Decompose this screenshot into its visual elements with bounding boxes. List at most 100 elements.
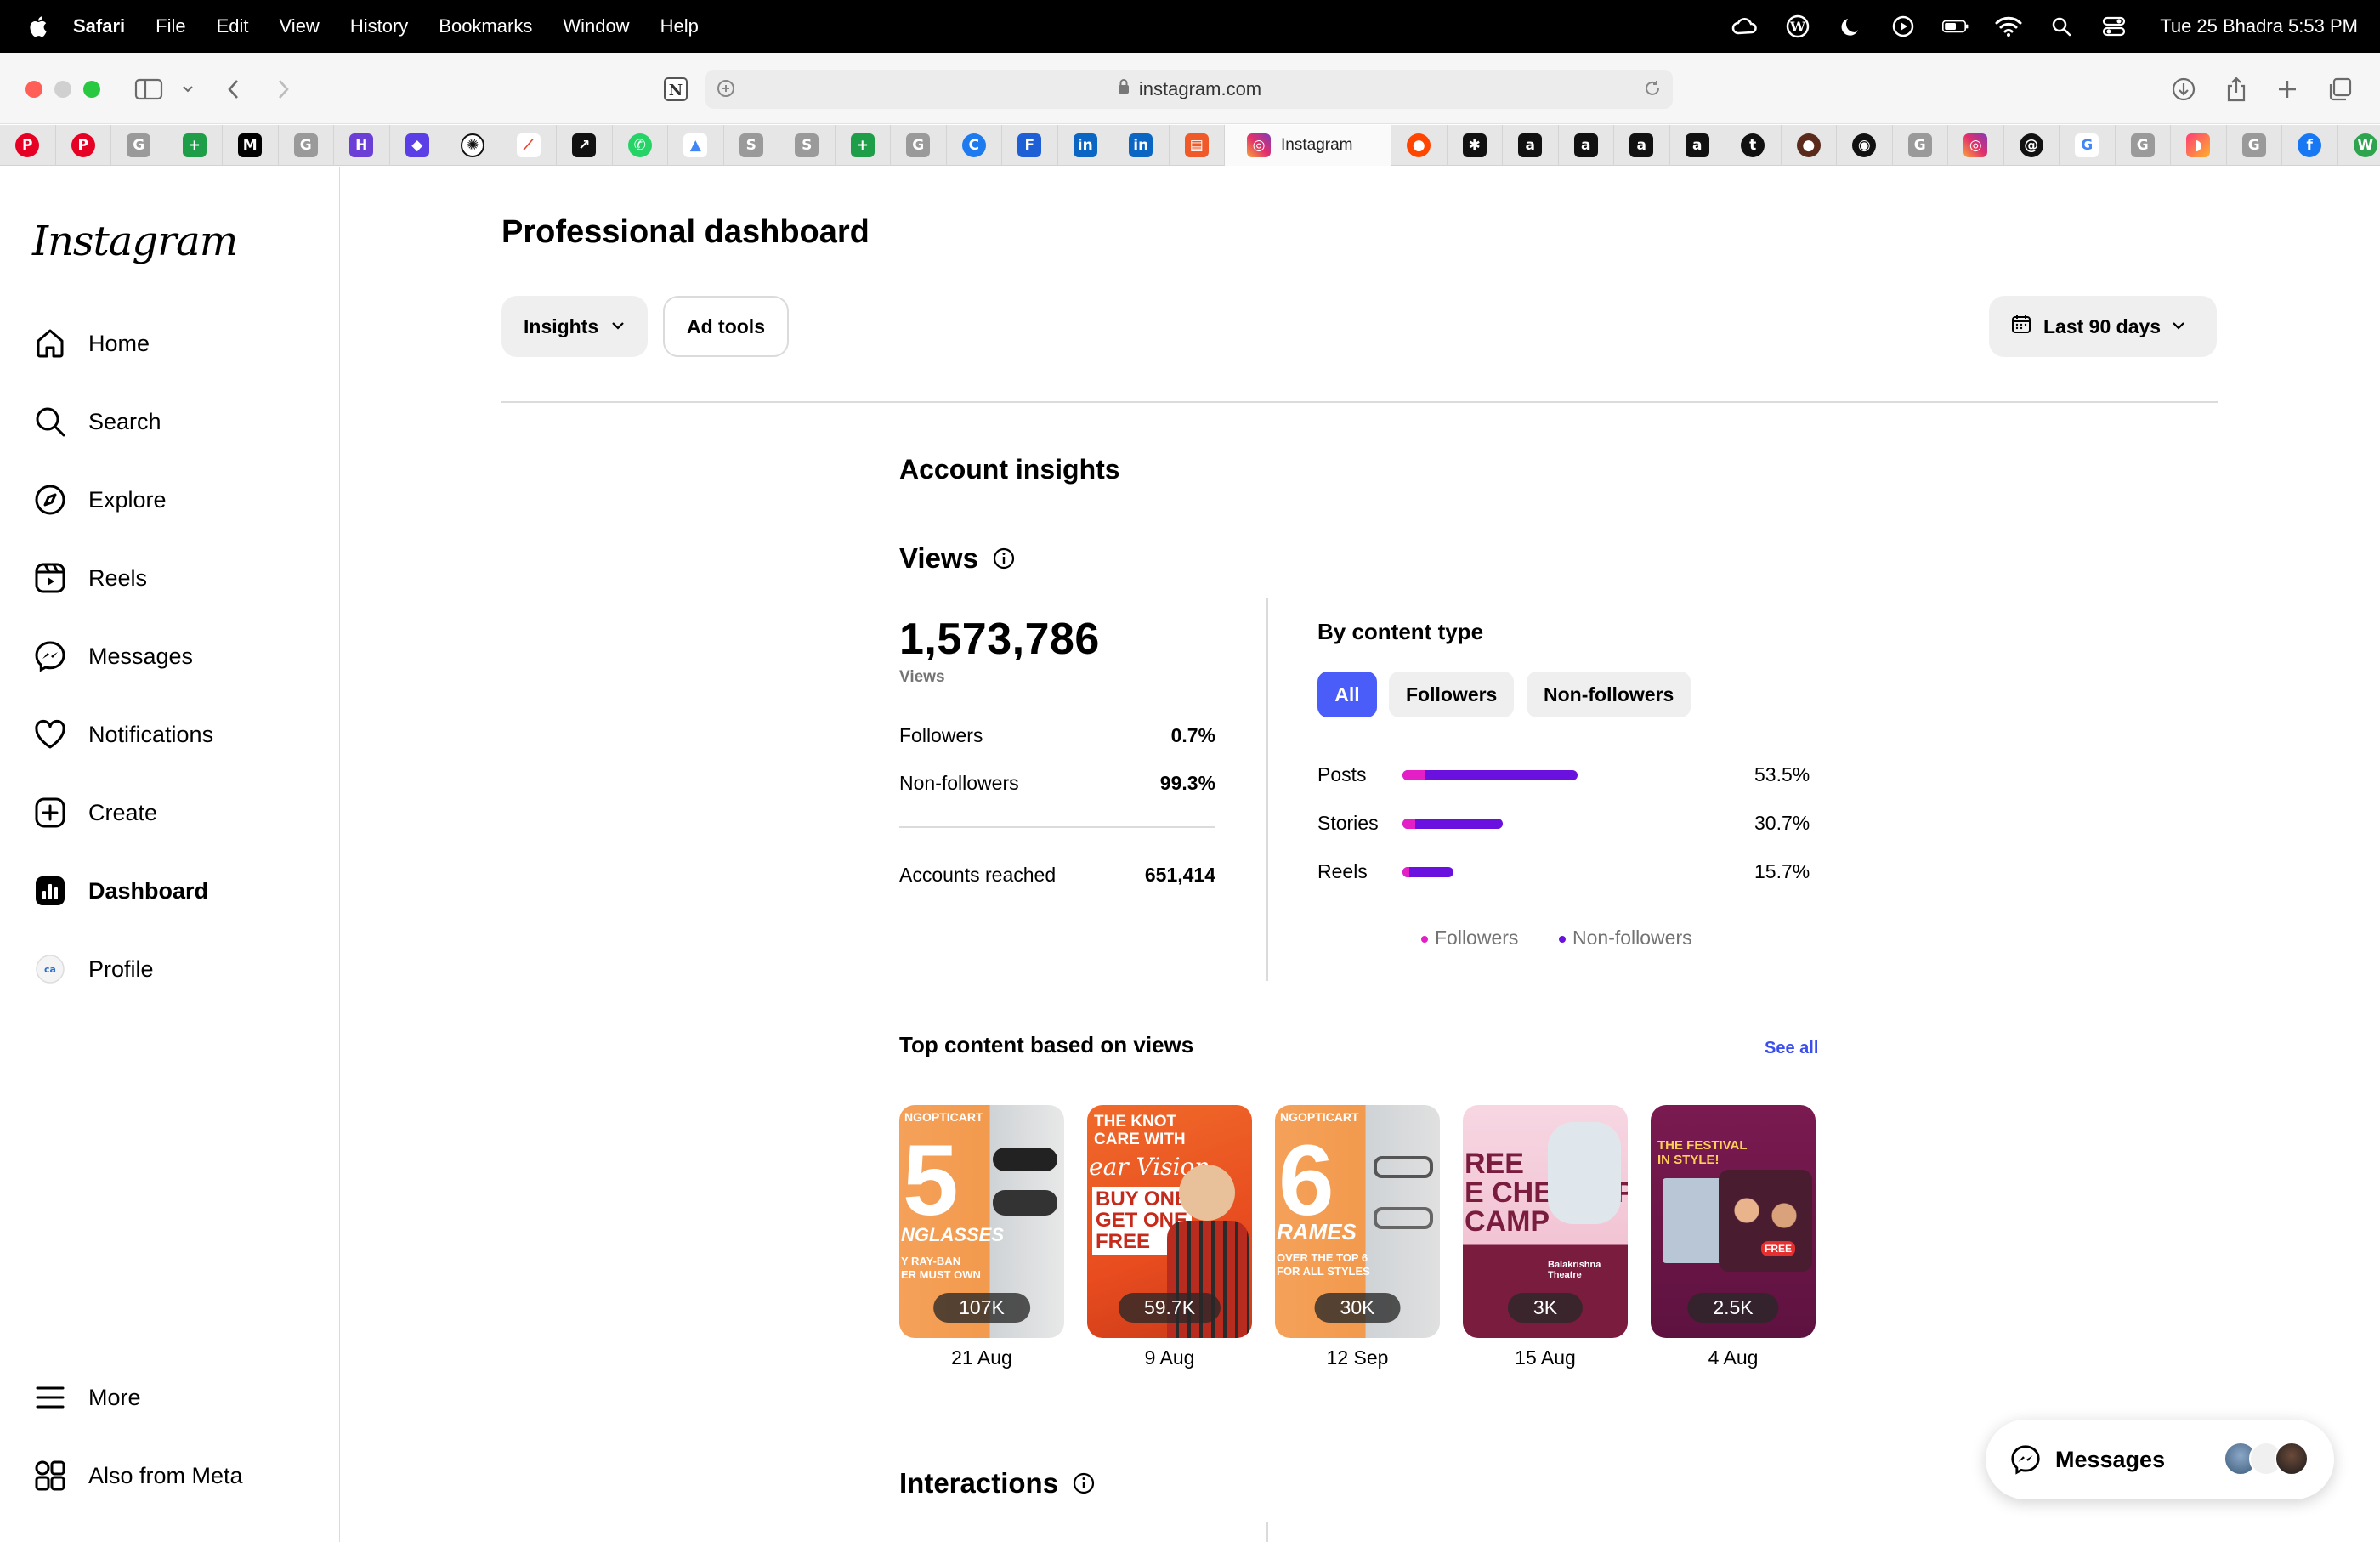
apple-icon[interactable] (27, 14, 48, 38)
tab-instagram-2[interactable]: ◎ (1948, 124, 2004, 166)
tab-amazon-4[interactable]: a (1670, 124, 1726, 166)
tab-sheets-2[interactable]: + (836, 124, 891, 166)
insights-dropdown-button[interactable]: Insights (502, 296, 649, 357)
tab-generic-1[interactable]: G (111, 124, 167, 166)
creative-cloud-icon[interactable] (1731, 13, 1759, 40)
top-content-post[interactable]: REE E CHECKUP CAMP Balakrishna Theatre 3… (1463, 1105, 1628, 1338)
sidebar-item-explore[interactable]: Explore (32, 476, 167, 524)
battery-icon[interactable] (1942, 13, 1969, 40)
menu-window[interactable]: Window (563, 15, 629, 37)
info-icon[interactable] (992, 547, 1016, 570)
tab-canva[interactable]: C (947, 124, 1002, 166)
sidebar-item-home[interactable]: Home (32, 320, 150, 367)
top-content-post[interactable]: NGOPTICART 5 NGLASSES Y RAY-BAN ER MUST … (899, 1105, 1064, 1338)
downloads-icon[interactable] (2168, 73, 2200, 105)
tab-pinterest-2[interactable]: P (56, 124, 111, 166)
tab-pen-app[interactable]: ⟋ (502, 124, 557, 166)
new-tab-icon[interactable] (2271, 73, 2304, 105)
messages-floating-button[interactable]: Messages (1986, 1420, 2334, 1499)
tab-generic-6[interactable]: G (2227, 124, 2282, 166)
sidebar-item-search[interactable]: Search (32, 398, 162, 445)
sidebar-item-profile[interactable]: ca Profile (32, 945, 154, 993)
menu-safari[interactable]: Safari (73, 15, 125, 37)
tab-google[interactable]: G (2060, 124, 2116, 166)
tab-whatsapp[interactable]: ✆ (613, 124, 668, 166)
tab-forms[interactable]: F (1002, 124, 1058, 166)
minimize-window-button[interactable] (54, 81, 71, 98)
sidebar-item-messages[interactable]: Messages (32, 632, 193, 680)
reload-icon[interactable] (1642, 78, 1663, 104)
ad-tools-button[interactable]: Ad tools (663, 296, 789, 357)
spotlight-search-icon[interactable] (2048, 13, 2075, 40)
tab-facebook[interactable]: f (2282, 124, 2338, 166)
top-content-post[interactable]: NGOPTICART 6 RAMES OVER THE TOP 6 FOR AL… (1275, 1105, 1440, 1338)
filter-followers[interactable]: Followers (1389, 672, 1515, 717)
menu-bookmarks[interactable]: Bookmarks (439, 15, 532, 37)
back-icon[interactable] (218, 73, 250, 105)
tab-s-2[interactable]: S (779, 124, 836, 166)
tab-bug-app[interactable]: ✱ (1448, 124, 1503, 166)
tab-h-app[interactable]: H (334, 124, 390, 166)
privacy-report-icon[interactable] (716, 78, 736, 104)
tab-colorful-app[interactable]: ◗ (2171, 124, 2227, 166)
close-window-button[interactable] (26, 81, 42, 98)
menu-help[interactable]: Help (660, 15, 699, 37)
sidebar-item-create[interactable]: Create (32, 789, 157, 836)
notion-icon[interactable]: N (660, 73, 692, 105)
tab-linkedin-1[interactable]: in (1058, 124, 1114, 166)
see-all-link[interactable]: See all (1765, 1039, 1818, 1058)
chevron-down-icon[interactable] (172, 73, 204, 105)
tab-amazon-2[interactable]: a (1559, 124, 1614, 166)
menu-file[interactable]: File (156, 15, 185, 37)
play-icon[interactable] (1890, 13, 1917, 40)
top-content-post[interactable]: THE KNOT CARE WITH ear Vision BUY ONE GE… (1087, 1105, 1252, 1338)
tab-pinterest-1[interactable]: P (0, 124, 56, 166)
tab-tumblr[interactable]: t (1726, 124, 1782, 166)
tab-purple-app[interactable]: ◆ (390, 124, 445, 166)
moon-icon[interactable] (1837, 13, 1864, 40)
filter-non-followers[interactable]: Non-followers (1527, 672, 1692, 717)
sidebar-toggle-icon[interactable] (133, 73, 165, 105)
share-icon[interactable] (2220, 73, 2252, 105)
tab-generic-3[interactable]: G (891, 124, 947, 166)
tab-chat-app[interactable]: ◉ (1837, 124, 1893, 166)
sidebar-item-reels[interactable]: Reels (32, 554, 147, 602)
tab-generic-2[interactable]: G (279, 124, 334, 166)
instagram-logo[interactable]: Instagram (32, 218, 238, 265)
date-range-dropdown[interactable]: Last 90 days (1989, 296, 2217, 357)
tab-overview-icon[interactable] (2324, 73, 2356, 105)
control-center-icon[interactable] (2100, 13, 2128, 40)
wifi-icon[interactable] (1995, 13, 2022, 40)
tab-sheets-1[interactable]: + (167, 124, 223, 166)
top-content-post[interactable]: THE FESTIVAL IN STYLE! FREE 2.5K (1651, 1105, 1816, 1338)
sidebar-item-dashboard[interactable]: Dashboard (32, 867, 208, 915)
tab-threads[interactable]: @ (2004, 124, 2060, 166)
tab-s-1[interactable]: S (724, 124, 779, 166)
tab-generic-5[interactable]: G (2116, 124, 2171, 166)
tab-wordpress[interactable]: W (2338, 125, 2380, 166)
tab-instagram[interactable]: ◎ Instagram (1225, 124, 1391, 166)
menu-clock[interactable]: Tue 25 Bhadra 5:53 PM (2160, 15, 2358, 37)
forward-icon[interactable] (267, 73, 299, 105)
tab-medium[interactable]: M (223, 124, 279, 166)
wordpress-icon[interactable]: W (1784, 13, 1811, 40)
menu-history[interactable]: History (350, 15, 408, 37)
tab-google-ads[interactable]: ▲ (668, 124, 724, 166)
address-bar[interactable]: instagram.com (706, 70, 1673, 109)
tab-amazon-3[interactable]: a (1614, 124, 1670, 166)
filter-all[interactable]: All (1318, 672, 1377, 717)
menu-edit[interactable]: Edit (217, 15, 249, 37)
tab-black-app[interactable]: ↗ (557, 124, 613, 166)
tab-linkedin-2[interactable]: in (1114, 124, 1170, 166)
menu-view[interactable]: View (280, 15, 320, 37)
tab-avatar-site[interactable]: ● (1782, 124, 1837, 166)
zoom-window-button[interactable] (83, 81, 100, 98)
tab-orange-app[interactable]: ▤ (1170, 124, 1225, 166)
tab-generic-4[interactable]: G (1893, 124, 1948, 166)
tab-reddit[interactable]: ● (1391, 124, 1448, 166)
sidebar-item-also-from-meta[interactable]: Also from Meta (32, 1452, 243, 1499)
sidebar-item-more[interactable]: More (32, 1374, 141, 1421)
info-icon[interactable] (1072, 1471, 1096, 1495)
sidebar-item-notifications[interactable]: Notifications (32, 711, 213, 758)
tab-chatgpt[interactable]: ✺ (445, 124, 502, 166)
